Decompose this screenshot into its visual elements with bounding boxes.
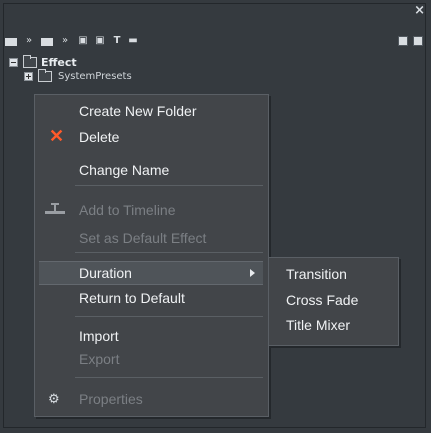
menu-item-import[interactable]: Import — [35, 324, 268, 348]
next-icon[interactable]: » — [59, 36, 71, 46]
menu-separator — [75, 252, 263, 253]
text-icon[interactable]: T — [111, 36, 123, 46]
folder-open-icon — [23, 55, 37, 68]
list-view-icon[interactable] — [5, 38, 17, 46]
submenu-arrow-icon — [250, 269, 255, 277]
submenu-item-label: Transition — [286, 266, 347, 282]
tree-item-label: SystemPresets — [58, 71, 132, 82]
menu-item-label: Set as Default Effect — [79, 230, 207, 246]
fit-icon[interactable]: ▣ — [77, 36, 89, 46]
list-view-icon[interactable] — [41, 38, 53, 46]
menu-item-label: Add to Timeline — [79, 202, 176, 218]
menu-item-label: Properties — [79, 391, 143, 407]
menu-item-label: Import — [79, 328, 119, 344]
expand-icon[interactable] — [24, 72, 33, 81]
add-to-timeline-icon — [45, 203, 65, 217]
close-icon[interactable]: × — [414, 4, 425, 17]
menu-item-label: Delete — [79, 129, 120, 145]
menu-item-label: Return to Default — [79, 290, 185, 306]
context-menu: Create New Folder ✕ Delete Change Name A… — [34, 94, 269, 417]
menu-item-set-as-default-effect[interactable]: Set as Default Effect — [35, 226, 268, 250]
menu-item-label: Duration — [79, 265, 132, 281]
menu-item-return-to-default[interactable]: Return to Default — [35, 286, 268, 310]
toolbar: » » ▣ ▣ T ▬ — [5, 36, 426, 50]
menu-item-add-to-timeline[interactable]: Add to Timeline — [35, 198, 268, 222]
menu-item-label: Export — [79, 351, 120, 367]
menu-separator — [75, 377, 263, 378]
menu-separator — [75, 185, 263, 186]
menu-item-delete[interactable]: ✕ Delete — [35, 125, 268, 149]
view-mode-icon[interactable] — [413, 36, 423, 46]
menu-item-label: Create New Folder — [79, 103, 197, 119]
delete-icon: ✕ — [49, 126, 65, 146]
duration-submenu: Transition Cross Fade Title Mixer — [268, 257, 399, 346]
menu-item-properties[interactable]: ⚙ Properties — [35, 387, 268, 411]
tree-item-label: Effect — [41, 56, 77, 69]
menu-item-label: Change Name — [79, 162, 170, 178]
menu-item-create-new-folder[interactable]: Create New Folder — [35, 99, 268, 123]
effect-palette-panel: × » » ▣ ▣ T ▬ Effect SystemPresets Creat… — [0, 0, 431, 433]
collapse-icon[interactable] — [9, 58, 18, 67]
submenu-item-cross-fade[interactable]: Cross Fade — [269, 288, 398, 312]
menu-separator — [75, 316, 263, 317]
next-icon[interactable]: » — [23, 36, 35, 46]
folder-icon — [38, 69, 52, 82]
view-mode-icon[interactable] — [398, 36, 408, 46]
menu-item-duration[interactable]: Duration — [39, 261, 263, 285]
submenu-item-label: Title Mixer — [286, 317, 351, 333]
submenu-item-transition[interactable]: Transition — [269, 262, 398, 286]
submenu-item-label: Cross Fade — [286, 292, 359, 308]
fit-icon[interactable]: ▣ — [94, 36, 106, 46]
menu-item-export[interactable]: Export — [35, 347, 268, 371]
menu-item-change-name[interactable]: Change Name — [35, 158, 268, 182]
submenu-item-title-mixer[interactable]: Title Mixer — [269, 313, 398, 337]
properties-icon: ⚙ — [48, 391, 60, 406]
monitor-icon[interactable]: ▬ — [127, 36, 139, 46]
